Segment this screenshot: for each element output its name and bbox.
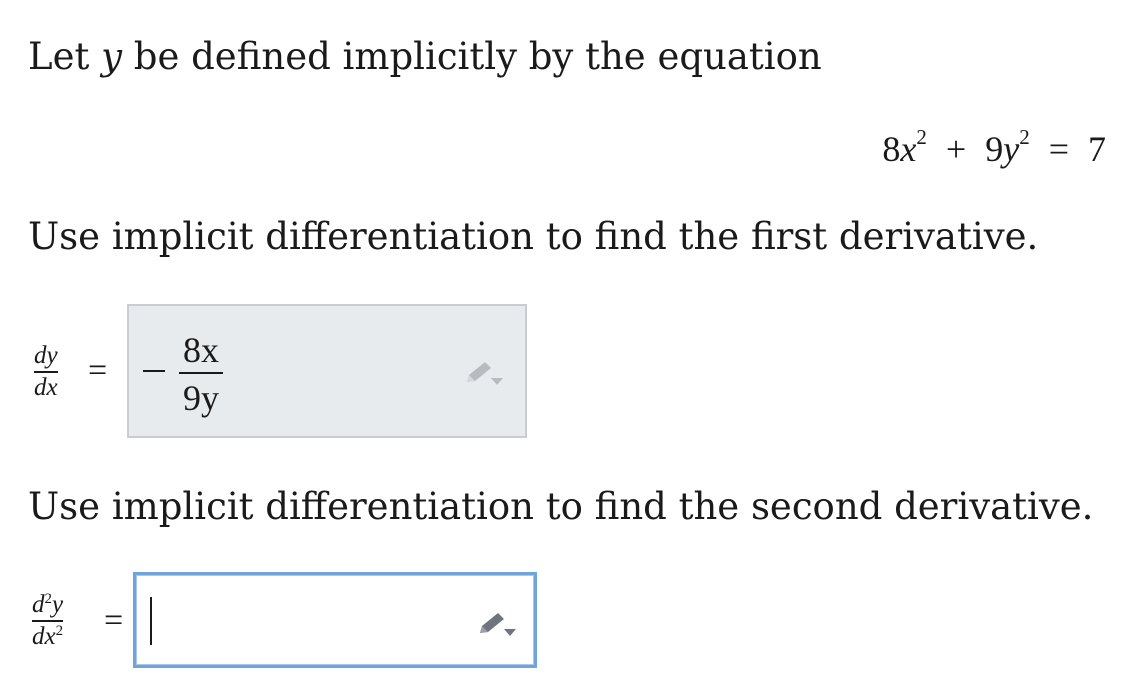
prompt-second-derivative: Use implicit differentiation to find the… xyxy=(28,485,1094,528)
text-cursor xyxy=(150,597,152,645)
answer-numerator: 8x xyxy=(183,330,219,370)
negative-sign xyxy=(143,370,165,372)
answer-denominator: 9y xyxy=(183,378,219,418)
answer-fraction: 8x 9y xyxy=(179,332,223,416)
prompt-text: be defined implicitly by the equation xyxy=(122,35,822,78)
equals-sign: = xyxy=(104,602,124,639)
pencil-icon[interactable] xyxy=(476,609,520,639)
dy-dx-label: dy dx xyxy=(34,342,58,401)
pencil-icon[interactable] xyxy=(463,358,507,388)
d2y-dx2-label: d2y dx2 xyxy=(32,591,64,650)
given-equation: 8x2 + 9y2 = 7 xyxy=(882,125,1106,170)
equals-sign: = xyxy=(88,352,108,389)
second-derivative-input[interactable] xyxy=(133,572,537,668)
prompt-equation-intro: Let y be defined implicitly by the equat… xyxy=(28,38,822,75)
prompt-variable: y xyxy=(101,35,123,78)
prompt-first-derivative: Use implicit differentiation to find the… xyxy=(28,215,1039,258)
first-derivative-answer-box[interactable]: 8x 9y xyxy=(127,304,527,438)
prompt-text: Let xyxy=(28,35,102,78)
